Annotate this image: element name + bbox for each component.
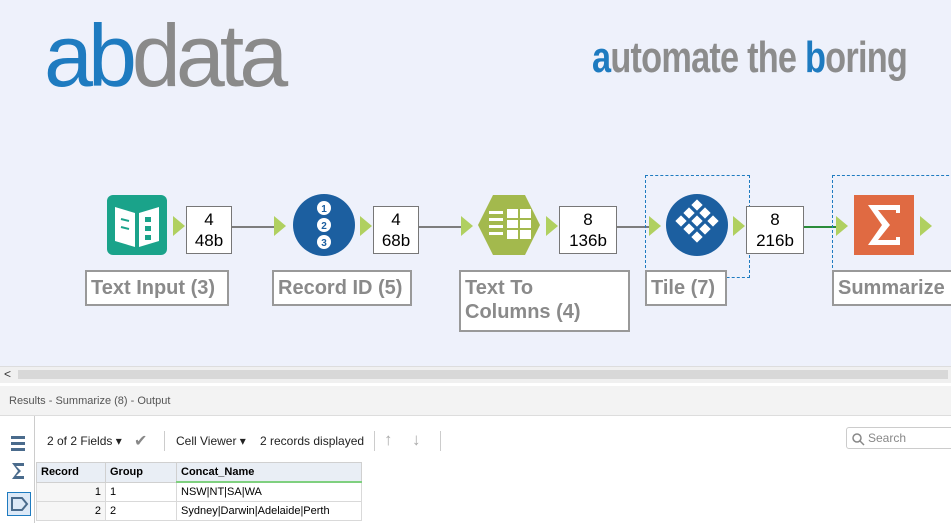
column-header[interactable]: Group: [105, 462, 177, 483]
search-icon: [852, 433, 865, 446]
output-anchor[interactable]: [360, 216, 372, 236]
abdata-logo: abdata: [44, 6, 288, 105]
table-row[interactable]: 2 2 Sydney|Darwin|Adelaide|Perth: [36, 501, 362, 521]
table-cell[interactable]: 2: [36, 501, 106, 521]
cell-viewer-dropdown[interactable]: Cell Viewer ▾: [176, 434, 246, 448]
tool-label-text-to-columns[interactable]: Text To Columns (4): [459, 270, 630, 332]
sigma-icon: [854, 195, 914, 255]
record-id-icon: 1 2 3: [293, 194, 355, 256]
output-anchor[interactable]: [920, 216, 932, 236]
tool-label-tile[interactable]: Tile (7): [645, 270, 727, 306]
connection-line: [232, 226, 274, 228]
fields-dropdown[interactable]: 2 of 2 Fields ▾: [47, 434, 122, 448]
column-header[interactable]: Record: [36, 462, 106, 483]
svg-text:2: 2: [321, 221, 327, 232]
tool-label-summarize[interactable]: Summarize (: [832, 270, 951, 306]
records-count: 2 records displayed: [260, 434, 365, 448]
tool-label-text-input[interactable]: Text Input (3): [85, 270, 229, 306]
column-header[interactable]: Concat_Name: [176, 462, 362, 483]
text-to-columns-icon: [478, 195, 540, 255]
tool-label-record-id[interactable]: Record ID (5): [272, 270, 412, 306]
output-anchor[interactable]: [173, 216, 185, 236]
toolbar-separator: [164, 431, 165, 451]
svg-text:1: 1: [321, 204, 327, 215]
input-anchor[interactable]: [649, 216, 661, 236]
arrow-down-icon[interactable]: ↓: [412, 430, 421, 450]
arrow-up-icon[interactable]: ↑: [384, 430, 393, 450]
input-anchor[interactable]: [274, 216, 286, 236]
output-anchor[interactable]: [733, 216, 745, 236]
text-input-tool[interactable]: [105, 193, 169, 257]
table-cell[interactable]: 1: [36, 481, 106, 502]
input-anchor[interactable]: [461, 216, 473, 236]
checkmark-icon[interactable]: ✔: [134, 431, 147, 451]
output-anchor[interactable]: [546, 216, 558, 236]
record-id-tool[interactable]: 1 2 3: [292, 193, 356, 257]
table-row[interactable]: 1 1 NSW|NT|SA|WA: [36, 481, 362, 502]
record-count-box: 8 216b: [746, 206, 804, 254]
connection-line: [419, 226, 461, 228]
results-sidebar: [0, 416, 35, 523]
list-icon[interactable]: [7, 432, 29, 454]
table-cell[interactable]: Sydney|Darwin|Adelaide|Perth: [176, 501, 362, 521]
scroll-left-icon[interactable]: <: [4, 367, 11, 381]
tile-tool[interactable]: [665, 193, 729, 257]
table-cell[interactable]: 1: [105, 481, 177, 502]
book-icon: [107, 195, 167, 255]
results-table: Record Group Concat_Name 1 1 NSW|NT|SA|W…: [36, 462, 362, 521]
horizontal-scrollbar[interactable]: <: [0, 366, 951, 383]
scrollbar-thumb[interactable]: [18, 370, 948, 379]
toolbar-separator: [374, 431, 375, 451]
results-toolbar: 2 of 2 Fields ▾ ✔ Cell Viewer ▾ 2 record…: [34, 426, 951, 456]
record-count-box: 8 136b: [559, 206, 617, 254]
tagline: automate the boring: [592, 33, 908, 82]
record-count-box: 4 48b: [186, 206, 232, 254]
sigma-icon[interactable]: [7, 460, 29, 482]
record-count-box: 4 68b: [373, 206, 419, 254]
svg-text:3: 3: [321, 238, 327, 249]
tile-icon: [666, 194, 728, 256]
toolbar-separator: [440, 431, 441, 451]
input-anchor[interactable]: [836, 216, 848, 236]
text-to-columns-tool[interactable]: [477, 193, 541, 257]
table-cell[interactable]: NSW|NT|SA|WA: [176, 481, 362, 502]
search-input[interactable]: Search: [846, 427, 951, 449]
summarize-tool[interactable]: [852, 193, 916, 257]
workflow-canvas[interactable]: abdata automate the boring 4 48b Text Inp…: [0, 0, 951, 366]
tag-icon[interactable]: [7, 492, 31, 516]
results-title: Results - Summarize (8) - Output: [0, 386, 951, 416]
table-cell[interactable]: 2: [105, 501, 177, 521]
